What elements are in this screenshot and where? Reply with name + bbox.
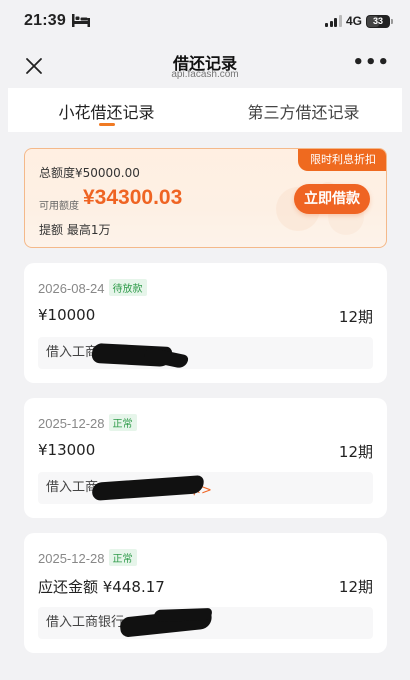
credit-limit-card: 限时利息折扣 总额度¥50000.00 可用额度 ¥34300.03 立即借款 … (24, 148, 387, 248)
signal-icon (325, 15, 342, 27)
promo-badge: 限时利息折扣 (298, 149, 386, 171)
loan-amount: ¥10000 (38, 306, 96, 324)
loan-record-card[interactable]: 2025-12-28正常 ¥13000 12期 借入工商 卡> (24, 398, 387, 518)
available-credit-label: 可用额度 (39, 201, 79, 212)
tab-third-party-records[interactable]: 第三方借还记录 (205, 88, 402, 132)
raise-limit-link[interactable]: 提额 最高1万 (39, 221, 110, 238)
loan-record-card[interactable]: 2026-08-24 待放款 ¥10000 12期 借入工商 (24, 263, 387, 383)
status-time: 21:39 (24, 12, 66, 29)
available-credit-value: ¥34300.03 (83, 186, 183, 209)
page-domain: api.facash.com (171, 69, 239, 80)
borrow-now-button[interactable]: 立即借款 (294, 184, 370, 214)
bank-account-text: 借入工商 (46, 345, 99, 360)
status-badge: 待放款 (108, 279, 147, 296)
status-bar: 21:39 4G 33 (0, 0, 410, 44)
redaction-mark (153, 607, 213, 623)
tab-label: 小花借还记录 (58, 103, 155, 122)
loan-amount: 应还金额 ¥448.17 (38, 578, 165, 596)
tab-label: 第三方借还记录 (247, 103, 360, 122)
bank-account-row: 借入工商 (38, 337, 373, 369)
loan-date: 2026-08-24 待放款 (38, 279, 147, 296)
more-menu-button[interactable]: ••• (352, 54, 390, 72)
loan-term: 12期 (338, 308, 373, 326)
record-tabs: 小花借还记录 第三方借还记录 (8, 88, 402, 132)
bank-account-text: 借入工商 (46, 480, 99, 495)
loan-amount: ¥13000 (38, 441, 96, 459)
loan-term: 12期 (338, 578, 373, 596)
loan-term: 12期 (338, 443, 373, 461)
tab-xiaohua-records[interactable]: 小花借还记录 (8, 88, 205, 132)
status-badge: 正常 (108, 549, 137, 566)
battery-icon: 33 (366, 14, 393, 28)
tab-active-indicator (98, 123, 115, 126)
loan-record-card[interactable]: 2025-12-28 正常 应还金额 ¥448.17 12期 借入工商银行 (24, 533, 387, 653)
status-badge: 正常 (108, 414, 137, 431)
bank-account-text: 借入工商银行 (46, 615, 125, 630)
total-credit: 总额度¥50000.00 (39, 166, 140, 180)
loan-date: 2025-12-28 正常 (38, 414, 137, 431)
bed-icon (72, 14, 90, 27)
loan-date: 2025-12-28 正常 (38, 549, 137, 566)
nav-bar: 借还记录 api.facash.com ••• (0, 44, 410, 88)
network-label: 4G (345, 14, 362, 28)
